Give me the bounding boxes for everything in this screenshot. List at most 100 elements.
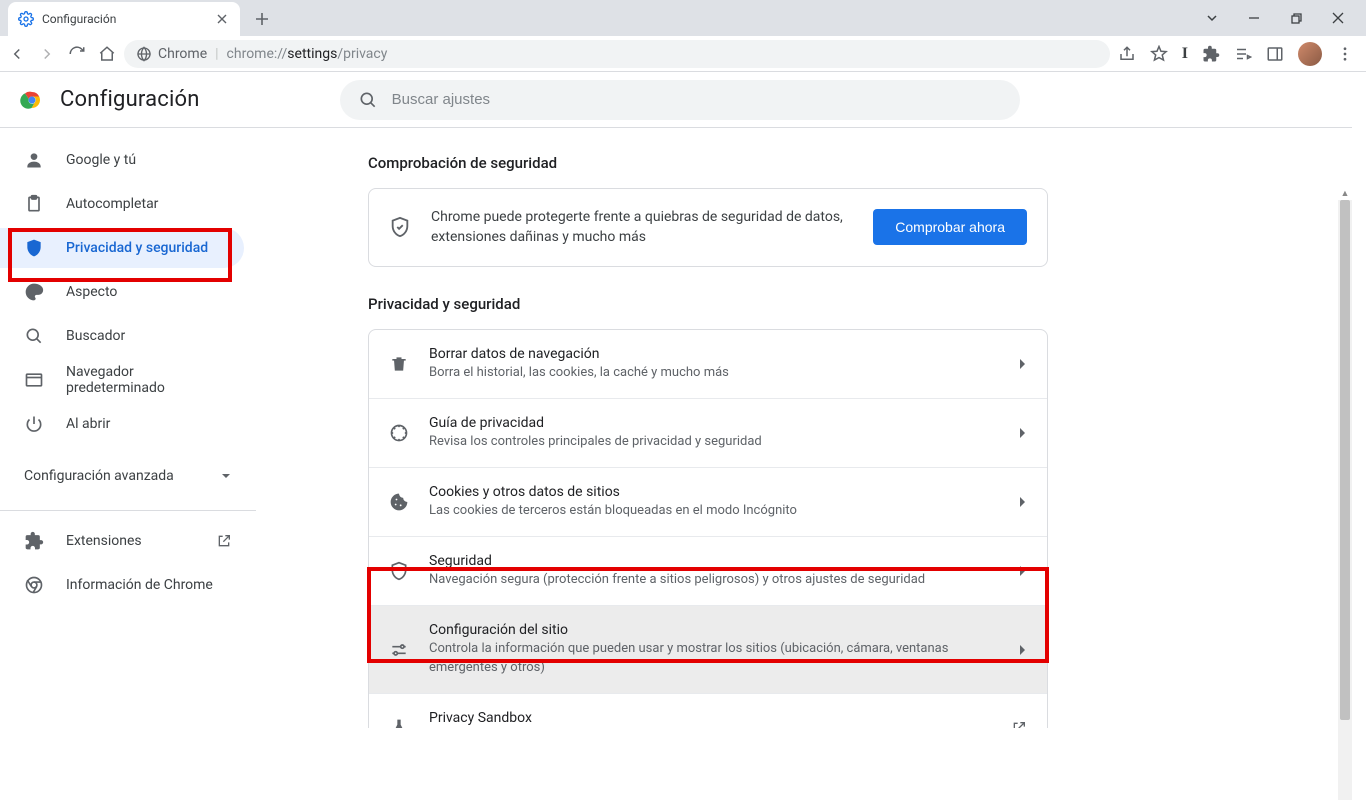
- sidebar-item-default-browser[interactable]: Navegador predeterminado: [0, 360, 244, 400]
- clipboard-icon: [24, 194, 44, 214]
- privacy-list: Borrar datos de navegación Borra el hist…: [368, 329, 1048, 728]
- sidebar: Google y tú Autocompletar Privacidad y s…: [0, 128, 256, 728]
- person-icon: [24, 150, 44, 170]
- window-controls: [1184, 0, 1366, 36]
- puzzle-icon: [24, 531, 44, 551]
- power-icon: [24, 414, 44, 434]
- settings-header: Configuración: [0, 72, 1352, 128]
- main-content: Comprobación de seguridad Chrome puede p…: [256, 128, 1352, 728]
- extension-i-icon[interactable]: I: [1182, 45, 1188, 63]
- sidebar-item-label: Al abrir: [66, 416, 110, 432]
- sidebar-about-chrome[interactable]: Información de Chrome: [0, 565, 256, 605]
- row-security[interactable]: Seguridad Navegación segura (protección …: [369, 536, 1047, 605]
- row-privacy-sandbox[interactable]: Privacy Sandbox Las funciones de prueba …: [369, 693, 1047, 728]
- media-icon[interactable]: [1234, 45, 1252, 63]
- privacy-heading: Privacidad y seguridad: [368, 295, 1048, 313]
- back-icon[interactable]: [8, 45, 26, 63]
- chrome-logo-icon: [20, 88, 44, 112]
- tab-title: Configuración: [42, 12, 206, 26]
- tab-search-icon[interactable]: [1200, 6, 1224, 30]
- tabstrip: Configuración: [0, 0, 1366, 36]
- sidepanel-icon[interactable]: [1266, 45, 1284, 63]
- flask-icon: [389, 718, 409, 728]
- divider: [0, 510, 256, 511]
- row-privacy-guide[interactable]: Guía de privacidad Revisa los controles …: [369, 398, 1047, 467]
- chevron-right-icon: [1019, 565, 1027, 577]
- row-cookies[interactable]: Cookies y otros datos de sitios Las cook…: [369, 467, 1047, 536]
- chevron-right-icon: [1019, 644, 1027, 656]
- extensions-label: Extensiones: [66, 533, 142, 549]
- row-title: Configuración del sitio: [429, 622, 999, 638]
- forward-icon[interactable]: [38, 45, 56, 63]
- row-site-settings[interactable]: Configuración del sitio Controla la info…: [369, 605, 1047, 692]
- browser-tab[interactable]: Configuración: [8, 2, 240, 36]
- row-title: Privacy Sandbox: [429, 710, 991, 726]
- shield-icon: [389, 561, 409, 581]
- row-clear-browsing-data[interactable]: Borrar datos de navegación Borra el hist…: [369, 330, 1047, 398]
- bookmark-icon[interactable]: [1150, 45, 1168, 63]
- cookie-icon: [389, 492, 409, 512]
- window-close-icon[interactable]: [1326, 6, 1350, 30]
- gear-icon: [18, 11, 34, 27]
- open-external-icon: [216, 533, 232, 549]
- url-scheme-label: Chrome: [158, 46, 207, 62]
- reload-icon[interactable]: [68, 45, 86, 63]
- row-title: Borrar datos de navegación: [429, 346, 999, 362]
- compass-icon: [389, 423, 409, 443]
- sidebar-item-appearance[interactable]: Aspecto: [0, 272, 244, 312]
- shield-check-icon: [389, 216, 411, 238]
- omnibox[interactable]: Chrome | chrome://settings/privacy: [124, 40, 1110, 68]
- sliders-icon: [389, 640, 409, 660]
- palette-icon: [24, 282, 44, 302]
- row-sub: Borra el historial, las cookies, la cach…: [429, 364, 999, 382]
- sidebar-item-label: Aspecto: [66, 284, 117, 300]
- sidebar-extensions[interactable]: Extensiones: [0, 521, 256, 561]
- safety-text: Chrome puede protegerte frente a quiebra…: [431, 207, 853, 248]
- site-info-icon[interactable]: Chrome: [136, 46, 207, 62]
- scrollbar[interactable]: ▲: [1338, 200, 1352, 800]
- search-input[interactable]: [392, 91, 1002, 108]
- sidebar-item-search[interactable]: Buscador: [0, 316, 244, 356]
- close-icon[interactable]: [214, 11, 230, 27]
- sidebar-item-you-and-google[interactable]: Google y tú: [0, 140, 244, 180]
- sidebar-advanced[interactable]: Configuración avanzada: [0, 452, 256, 500]
- sidebar-item-on-startup[interactable]: Al abrir: [0, 404, 244, 444]
- check-now-button[interactable]: Comprobar ahora: [873, 209, 1027, 245]
- safety-heading: Comprobación de seguridad: [368, 154, 1048, 172]
- row-sub: Controla la información que pueden usar …: [429, 640, 999, 676]
- row-title: Guía de privacidad: [429, 415, 999, 431]
- browser-toolbar: Chrome | chrome://settings/privacy I: [0, 36, 1366, 72]
- chrome-icon: [24, 575, 44, 595]
- avatar[interactable]: [1298, 42, 1322, 66]
- scrollbar-thumb[interactable]: [1340, 200, 1350, 720]
- extensions-icon[interactable]: [1202, 45, 1220, 63]
- open-external-icon: [1011, 720, 1027, 728]
- settings-search[interactable]: [340, 80, 1020, 120]
- chevron-right-icon: [1019, 427, 1027, 439]
- scrollbar-up-icon[interactable]: ▲: [1338, 186, 1352, 200]
- chevron-right-icon: [1019, 358, 1027, 370]
- advanced-label: Configuración avanzada: [24, 468, 174, 484]
- sidebar-item-privacy[interactable]: Privacidad y seguridad: [0, 228, 244, 268]
- share-icon[interactable]: [1118, 45, 1136, 63]
- search-icon: [358, 90, 378, 110]
- trash-icon: [389, 354, 409, 374]
- row-sub: Las cookies de terceros están bloqueadas…: [429, 502, 999, 520]
- sidebar-item-autofill[interactable]: Autocompletar: [0, 184, 244, 224]
- row-title: Seguridad: [429, 553, 999, 569]
- safety-check-card: Chrome puede protegerte frente a quiebra…: [368, 188, 1048, 267]
- url-text: chrome://settings/privacy: [227, 46, 1098, 62]
- row-sub: Revisa los controles principales de priv…: [429, 433, 999, 451]
- sidebar-item-label: Privacidad y seguridad: [66, 240, 208, 256]
- minimize-icon[interactable]: [1242, 6, 1266, 30]
- new-tab-button[interactable]: [248, 5, 276, 33]
- maximize-icon[interactable]: [1284, 6, 1308, 30]
- row-sub: Navegación segura (protección frente a s…: [429, 571, 999, 589]
- sidebar-item-label: Buscador: [66, 328, 125, 344]
- chevron-right-icon: [1019, 496, 1027, 508]
- chevron-down-icon: [220, 470, 232, 482]
- sidebar-item-label: Navegador predeterminado: [66, 364, 220, 396]
- home-icon[interactable]: [98, 45, 116, 63]
- page-title: Configuración: [60, 87, 200, 112]
- menu-icon[interactable]: [1336, 45, 1354, 63]
